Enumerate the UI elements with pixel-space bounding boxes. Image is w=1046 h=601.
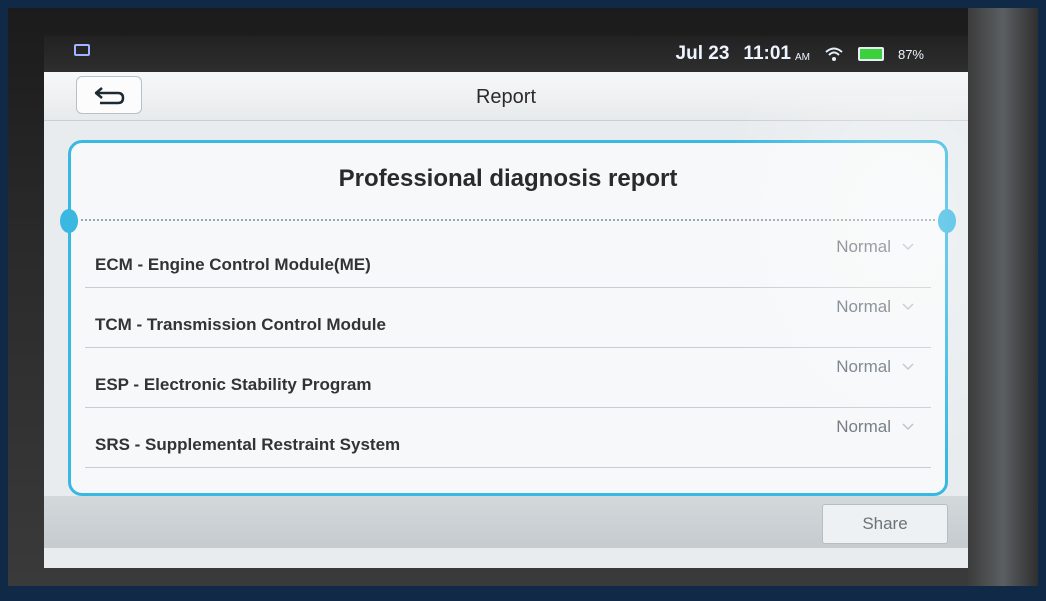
module-name: TCM - Transmission Control Module [95,315,386,334]
device-screen: Jul 23 11:01 AM 87% Report Professional … [44,36,968,568]
battery-icon [857,47,884,61]
module-status: Normal [836,297,891,316]
module-row-ecm[interactable]: ECM - Engine Control Module(ME) Normal [85,229,931,288]
chevron-down-icon[interactable] [901,361,915,371]
chevron-down-icon[interactable] [901,241,915,251]
battery-percent: 87% [897,46,924,62]
page-title: Report [475,86,537,108]
module-name: SRS - Supplemental Restraint System [95,435,401,454]
module-row-srs[interactable]: SRS - Supplemental Restraint System Norm… [85,409,931,468]
photo-frame: Jul 23 11:01 AM 87% Report Professional … [8,8,1038,586]
module-status: Normal [836,357,891,376]
status-time: 11:01 [743,43,791,64]
module-name: ESP - Electronic Stability Program [95,375,372,394]
module-row-tcm[interactable]: TCM - Transmission Control Module Normal [85,289,931,348]
report-card: Professional diagnosis report ECM - Engi… [60,140,956,496]
chevron-down-icon[interactable] [901,301,915,311]
title-bar: Report [44,72,968,121]
dotted-divider [81,219,935,221]
status-right: Jul 23 11:01 AM 87% [676,43,924,65]
status-ampm: AM [794,51,810,63]
chevron-down-icon[interactable] [901,421,915,431]
device-edge [968,8,1038,586]
status-bar: Jul 23 11:01 AM 87% [44,36,968,72]
bottom-toolbar: Share [44,496,968,548]
module-status: Normal [836,417,891,436]
status-date: Jul 23 [675,43,730,64]
report-title: Professional diagnosis report [338,165,678,192]
card-notch-right [938,209,956,233]
card-notch-left [60,209,78,233]
status-left [74,44,96,56]
share-button[interactable]: Share [822,504,948,544]
module-row-esp[interactable]: ESP - Electronic Stability Program Norma… [85,349,931,408]
wifi-icon [825,47,843,61]
module-status: Normal [836,237,891,256]
calendar-icon [74,44,90,56]
module-name: ECM - Engine Control Module(ME) [95,255,371,274]
